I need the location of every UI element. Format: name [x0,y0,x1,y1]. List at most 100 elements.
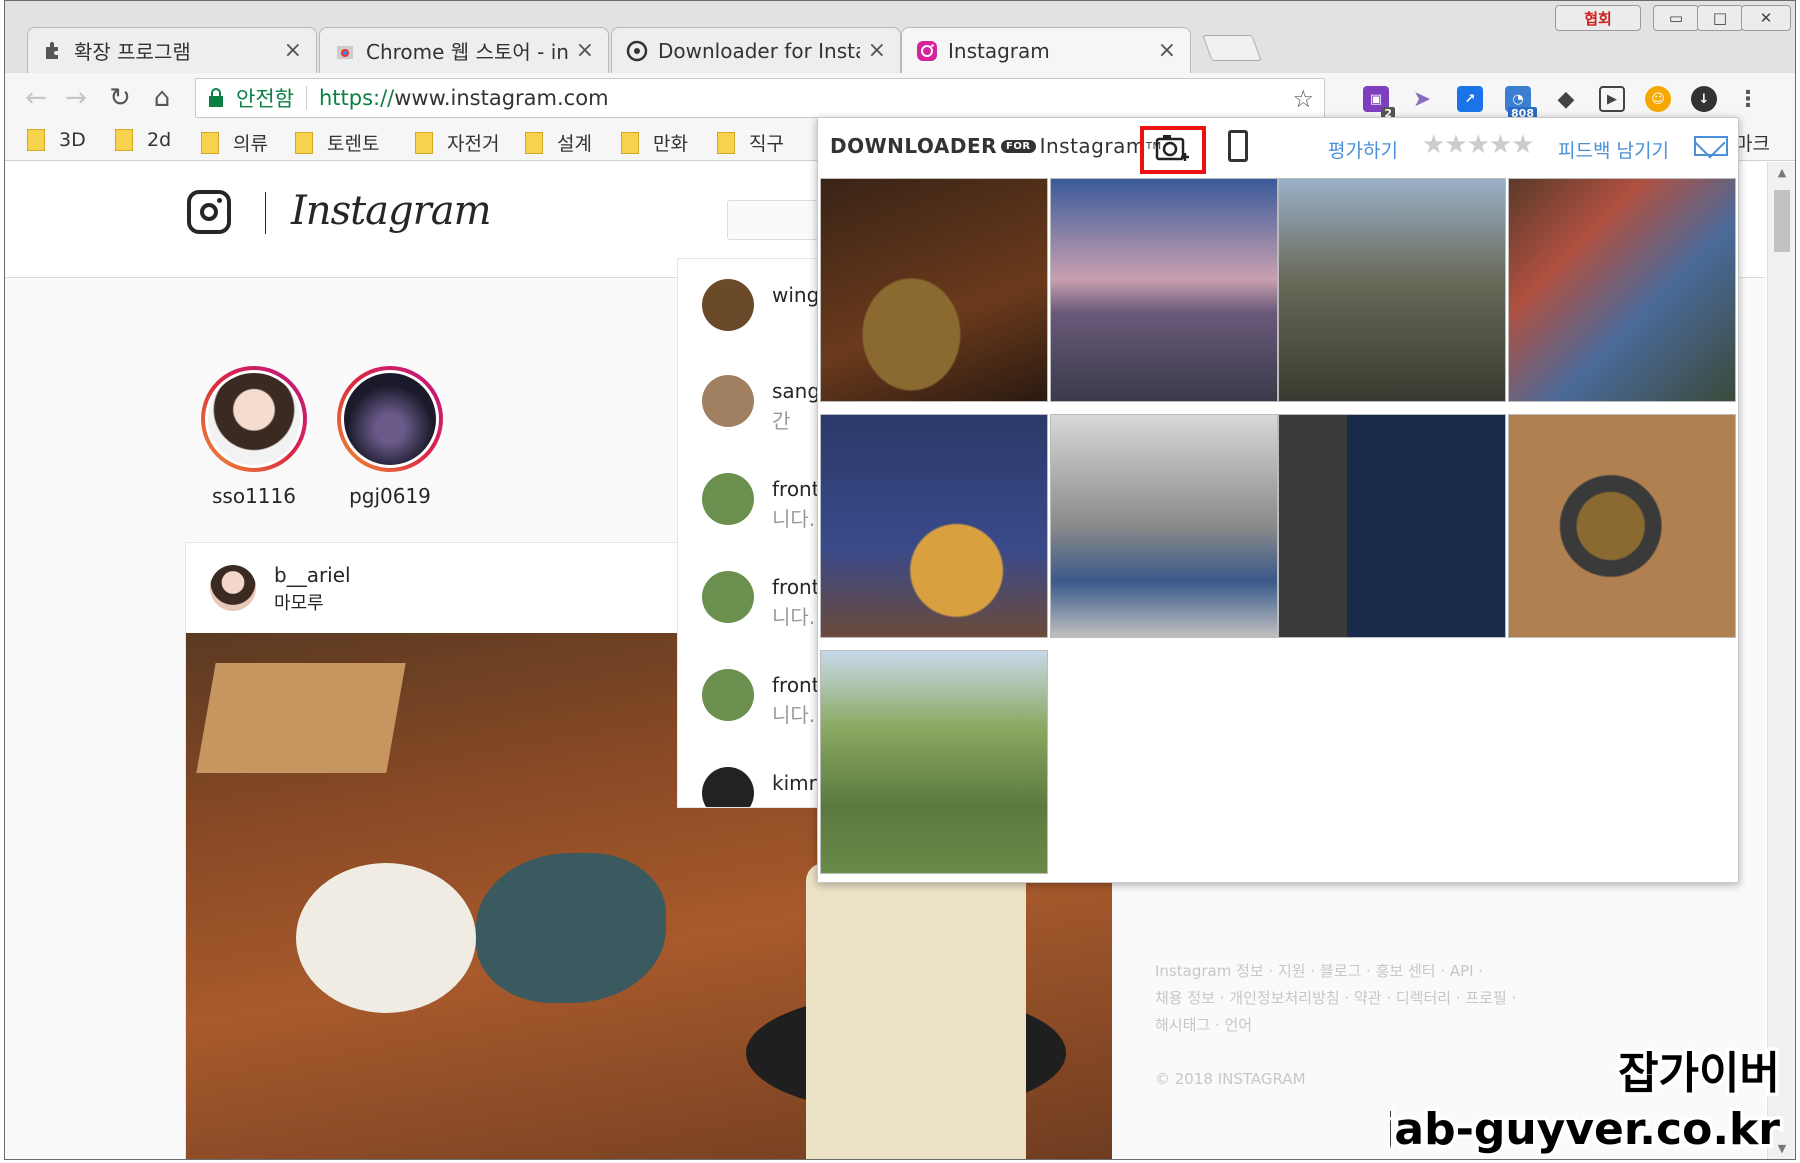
shield-ext-icon[interactable]: ☺ [1645,86,1671,112]
thumbnail-park[interactable] [820,650,1048,874]
mail-icon[interactable] [1694,136,1728,156]
thumbnail-zwift[interactable] [1278,414,1506,638]
folder-icon [115,129,133,151]
brand-for: FOR [1001,139,1036,153]
address-bar[interactable]: 안전함 https://www.instagram.com ☆ [195,78,1325,118]
rating-stars[interactable]: ★★★★★ [1422,130,1535,160]
close-icon[interactable]: × [576,38,594,63]
tab-instagram[interactable]: Instagram × [901,27,1191,73]
brand-name: Instagram [1039,134,1146,158]
avatar [702,767,754,807]
forward-ext-icon[interactable]: ▶ [1599,86,1625,112]
avatar[interactable] [210,565,256,611]
mobile-icon[interactable] [1228,130,1248,162]
calendar-ext-icon[interactable]: ▣ 2 [1363,86,1395,120]
chart-ext-icon[interactable]: ↗ [1457,86,1483,112]
counter-ext-icon[interactable]: ◔ 808 [1505,86,1537,120]
brand-text: DOWNLOADER [830,134,998,158]
toolbar: ← → ↻ ⌂ 안전함 https://www.instagram.com ☆ … [5,73,1795,123]
close-icon[interactable]: × [868,38,886,63]
bookmark-comics[interactable]: 만화 [621,129,688,156]
suggestion-name: front [772,477,820,501]
watermark: 잡가이버 jab-guyver.co.kr [1390,1045,1784,1157]
feedback-link[interactable]: 피드백 남기기 [1558,136,1669,163]
home-button[interactable]: ⌂ [147,83,177,113]
forward-button[interactable]: → [61,83,91,113]
close-icon[interactable]: × [284,38,302,63]
thumbnail-collage[interactable] [1508,178,1736,402]
downloader-ext-icon[interactable]: ↓ [1691,86,1717,112]
title-bar: 확장 프로그램 × Chrome 웹 스토어 - inst × Download… [5,1,1795,73]
scroll-up-icon[interactable]: ▲ [1768,162,1795,184]
bookmark-design[interactable]: 설계 [525,129,592,156]
suggestion-desc: 니다. [772,703,816,727]
scrollbar[interactable]: ▲ ▼ [1767,162,1795,1159]
bookmark-star-icon[interactable]: ☆ [1292,85,1314,113]
suggestion-desc: 니다. [772,605,816,629]
copyright: © 2018 INSTAGRAM [1155,1070,1306,1088]
folder-icon [201,131,219,154]
instagram-icon [916,40,938,62]
browser-window: 확장 프로그램 × Chrome 웹 스토어 - inst × Download… [4,0,1796,1160]
thumbnail-friends[interactable] [1278,178,1506,402]
bookmark-clothing[interactable]: 의류 [201,129,268,156]
back-button[interactable]: ← [21,83,51,113]
thumbnail-food[interactable] [820,178,1048,402]
folder-icon [717,131,735,154]
new-tab-button[interactable] [1202,35,1262,61]
bookmark-direct-buy[interactable]: 직구 [717,129,784,156]
tab-downloader[interactable]: Downloader for Instagra × [611,27,901,73]
camera-plus-button[interactable] [1140,126,1206,174]
instagram-camera-icon[interactable] [187,190,231,234]
tab-webstore[interactable]: Chrome 웹 스토어 - inst × [319,27,609,73]
rate-link[interactable]: 평가하기 [1328,136,1398,163]
downloader-popup: DOWNLOADER FOR Instagram TM 평가하기 ★★★★★ 피드… [817,117,1739,883]
bookmark-torrent[interactable]: 토렌토 [295,129,379,156]
story-item[interactable]: pgj0619 [335,366,445,508]
story-ring [337,366,443,472]
avatar [702,571,754,623]
thumbnail-sunset[interactable] [1050,178,1278,402]
suggestion-desc: 간 [772,409,791,433]
webstore-icon [334,40,356,62]
footer-line[interactable]: Instagram 정보 · 지원 · 블로그 · 홍보 센터 · API · [1155,958,1655,985]
avatar [702,669,754,721]
bookmark-bicycle[interactable]: 자전거 [415,129,499,156]
tab-extensions[interactable]: 확장 프로그램 × [27,27,317,73]
avatar [702,279,754,331]
thumbnail-cycling[interactable] [1050,414,1278,638]
footer-line[interactable]: 해시태그 · 언어 [1155,1012,1655,1039]
close-window-button[interactable]: ✕ [1741,5,1791,31]
profile-badge[interactable]: 협회 [1555,5,1641,31]
menu-icon[interactable]: ⋮ [1735,86,1761,112]
tab-title: Downloader for Instagra [658,38,860,63]
reload-button[interactable]: ↻ [105,83,135,113]
maximize-button[interactable]: □ [1697,5,1743,31]
watermark-url: jab-guyver.co.kr [1390,1104,1780,1155]
url-scheme: https:// [318,86,395,110]
cursor-ext-icon[interactable]: ➤ [1409,86,1435,112]
eraser-ext-icon[interactable]: ◆ [1553,86,1579,112]
folder-icon [27,129,45,151]
bookmark-2d[interactable]: 2d [115,129,171,151]
tab-title: Chrome 웹 스토어 - inst [366,40,568,64]
downloader-icon [626,40,648,62]
avatar [341,370,439,468]
story-item[interactable]: sso1116 [199,366,309,508]
story-username: pgj0619 [349,484,431,508]
search-input[interactable] [727,200,827,240]
footer-line[interactable]: 채용 정보 · 개인정보처리방침 · 약관 · 디렉터리 · 프로필 · [1155,985,1655,1012]
bookmark-more[interactable]: 마크 [1735,129,1770,156]
thumbnail-drawing[interactable] [820,414,1048,638]
bookmark-3d[interactable]: 3D [27,129,86,151]
post-location[interactable]: 마모루 [274,589,324,615]
instagram-wordmark[interactable]: Instagram [291,188,492,234]
post-username[interactable]: b__ariel [274,563,351,587]
scrollbar-thumb[interactable] [1774,190,1790,252]
minimize-button[interactable]: ▭ [1653,5,1699,31]
close-icon[interactable]: × [1158,38,1176,63]
suggestion-name: front [772,575,820,599]
suggestions-panel: wings sang_ 간 front 니다. front 니다. front [677,258,837,808]
thumbnail-cooking[interactable] [1508,414,1736,638]
folder-icon [525,131,543,154]
